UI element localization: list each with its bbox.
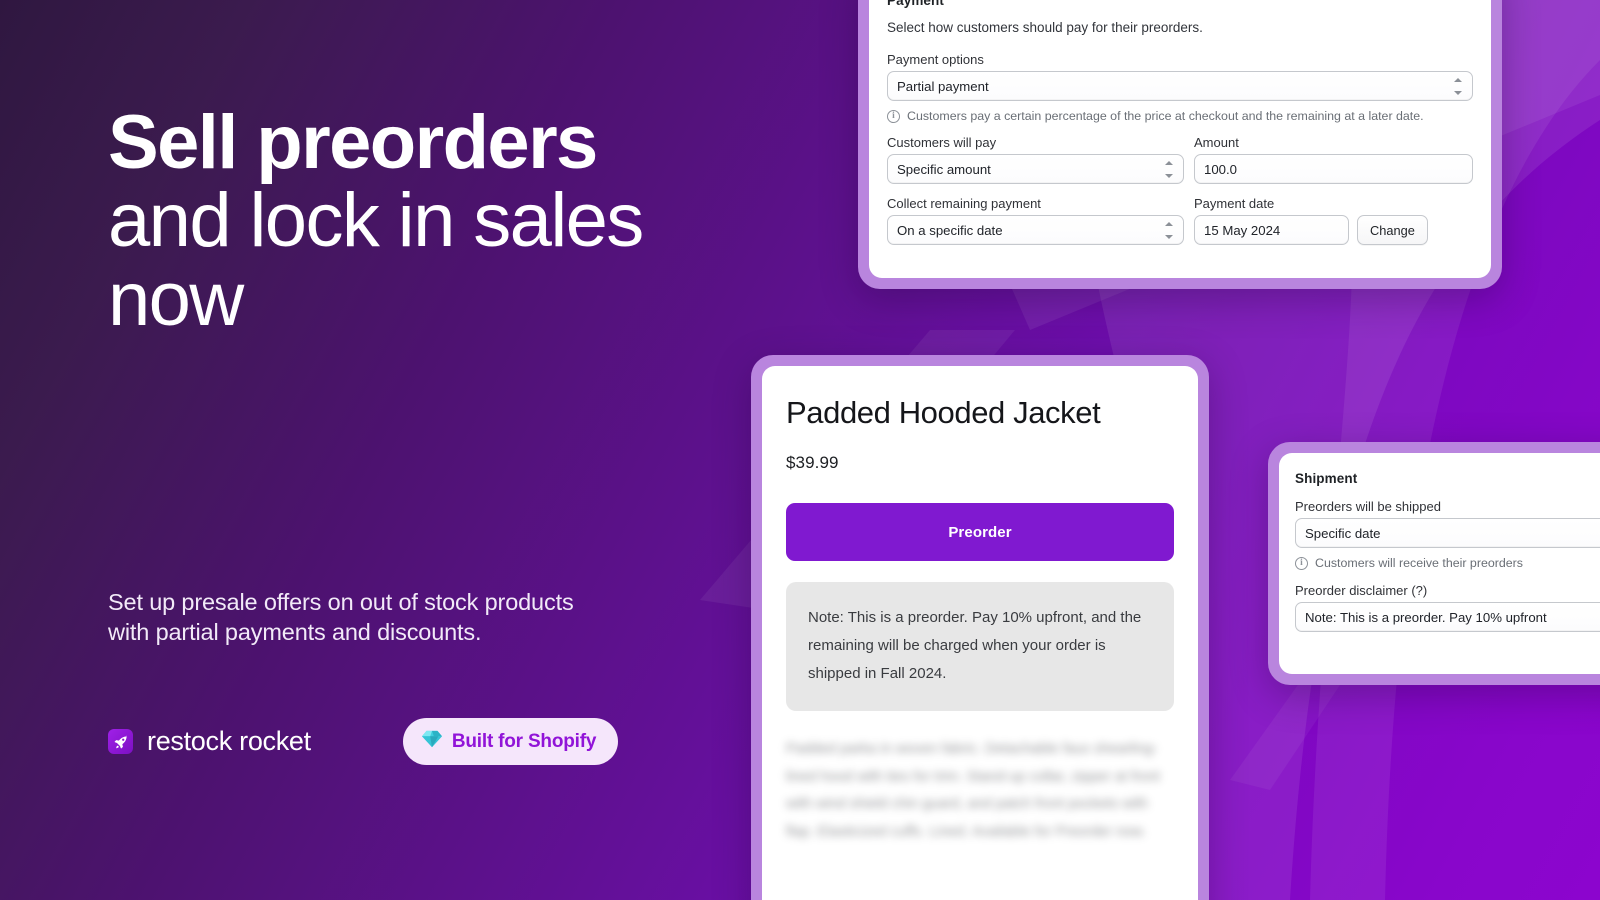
payment-card-title: Payment bbox=[887, 0, 944, 8]
payment-options-label: Payment options bbox=[887, 52, 984, 67]
customers-will-pay-select[interactable]: Specific amount bbox=[887, 154, 1184, 184]
brand-bar: restock rocket Built for Shopify bbox=[108, 718, 619, 765]
disclaimer-label: Preorder disclaimer (?) bbox=[1295, 583, 1428, 598]
shipment-settings-card: Shipment Preorders will be shipped Speci… bbox=[1268, 442, 1600, 685]
shipped-select[interactable]: Specific date bbox=[1295, 518, 1600, 548]
info-circle-icon: i bbox=[1295, 557, 1308, 570]
payment-date-row: Collect remaining payment On a specific … bbox=[887, 196, 1473, 245]
badge-label: Built for Shopify bbox=[451, 730, 597, 752]
chevron-updown-icon bbox=[1163, 221, 1174, 239]
disclaimer-value: Note: This is a preorder. Pay 10% upfron… bbox=[1305, 609, 1547, 625]
customers-will-pay-label: Customers will pay bbox=[887, 135, 997, 150]
payment-card-description: Select how customers should pay for thei… bbox=[887, 20, 1203, 35]
payment-date-input[interactable]: 15 May 2024 bbox=[1194, 215, 1349, 245]
product-price: $39.99 bbox=[786, 453, 839, 473]
info-circle-icon: i bbox=[887, 110, 900, 123]
page-title: Sell preorders and lock in sales now bbox=[108, 100, 708, 342]
payment-options-select[interactable]: Partial payment bbox=[887, 71, 1473, 101]
brand-logo-group: restock rocket bbox=[108, 726, 311, 757]
payment-settings-card: Payment Select how customers should pay … bbox=[858, 0, 1502, 289]
payment-date-label: Payment date bbox=[1194, 196, 1275, 211]
disclaimer-input[interactable]: Note: This is a preorder. Pay 10% upfron… bbox=[1295, 602, 1600, 632]
headline-bold: Sell preorders bbox=[108, 100, 598, 185]
shipped-value: Specific date bbox=[1305, 525, 1381, 541]
amount-input[interactable]: 100.0 bbox=[1194, 154, 1473, 184]
hero-subtext: Set up presale offers on out of stock pr… bbox=[108, 589, 574, 646]
amount-value: 100.0 bbox=[1204, 161, 1238, 177]
collect-remaining-value: On a specific date bbox=[897, 222, 1003, 238]
payment-date-value: 15 May 2024 bbox=[1204, 222, 1281, 238]
payment-options-hint: i Customers pay a certain percentage of … bbox=[887, 109, 1473, 123]
chevron-updown-icon bbox=[1163, 160, 1174, 178]
preorder-note: Note: This is a preorder. Pay 10% upfron… bbox=[786, 582, 1174, 712]
product-title: Padded Hooded Jacket bbox=[786, 395, 1101, 430]
shipped-hint: i Customers will receive their preorders bbox=[1295, 556, 1600, 570]
shipped-label: Preorders will be shipped bbox=[1295, 499, 1441, 514]
amount-label: Amount bbox=[1194, 135, 1239, 150]
customers-will-pay-value: Specific amount bbox=[897, 161, 991, 177]
brand-name: restock rocket bbox=[147, 726, 311, 756]
diamond-icon bbox=[421, 729, 443, 754]
rocket-icon bbox=[108, 729, 133, 754]
payment-options-hint-text: Customers pay a certain percentage of th… bbox=[907, 109, 1424, 123]
shipment-card-title: Shipment bbox=[1295, 471, 1358, 486]
payment-amount-row: Customers will pay Specific amount Amoun… bbox=[887, 135, 1473, 184]
collect-remaining-label: Collect remaining payment bbox=[887, 196, 1041, 211]
built-for-shopify-badge[interactable]: Built for Shopify bbox=[402, 718, 619, 765]
product-preview-card: Padded Hooded Jacket $39.99 Preorder Not… bbox=[751, 355, 1209, 900]
change-date-button[interactable]: Change bbox=[1357, 215, 1428, 245]
payment-options-value: Partial payment bbox=[897, 78, 989, 94]
shipped-hint-text: Customers will receive their preorders bbox=[1315, 556, 1523, 570]
headline-light: and lock in sales now bbox=[108, 178, 644, 342]
preorder-button[interactable]: Preorder bbox=[786, 503, 1174, 562]
hero-heading-block: Sell preorders and lock in sales now bbox=[108, 100, 708, 342]
collect-remaining-select[interactable]: On a specific date bbox=[887, 215, 1184, 245]
product-description: Padded parka in woven fabric. Detachable… bbox=[786, 741, 1160, 840]
chevron-updown-icon bbox=[1452, 77, 1463, 95]
